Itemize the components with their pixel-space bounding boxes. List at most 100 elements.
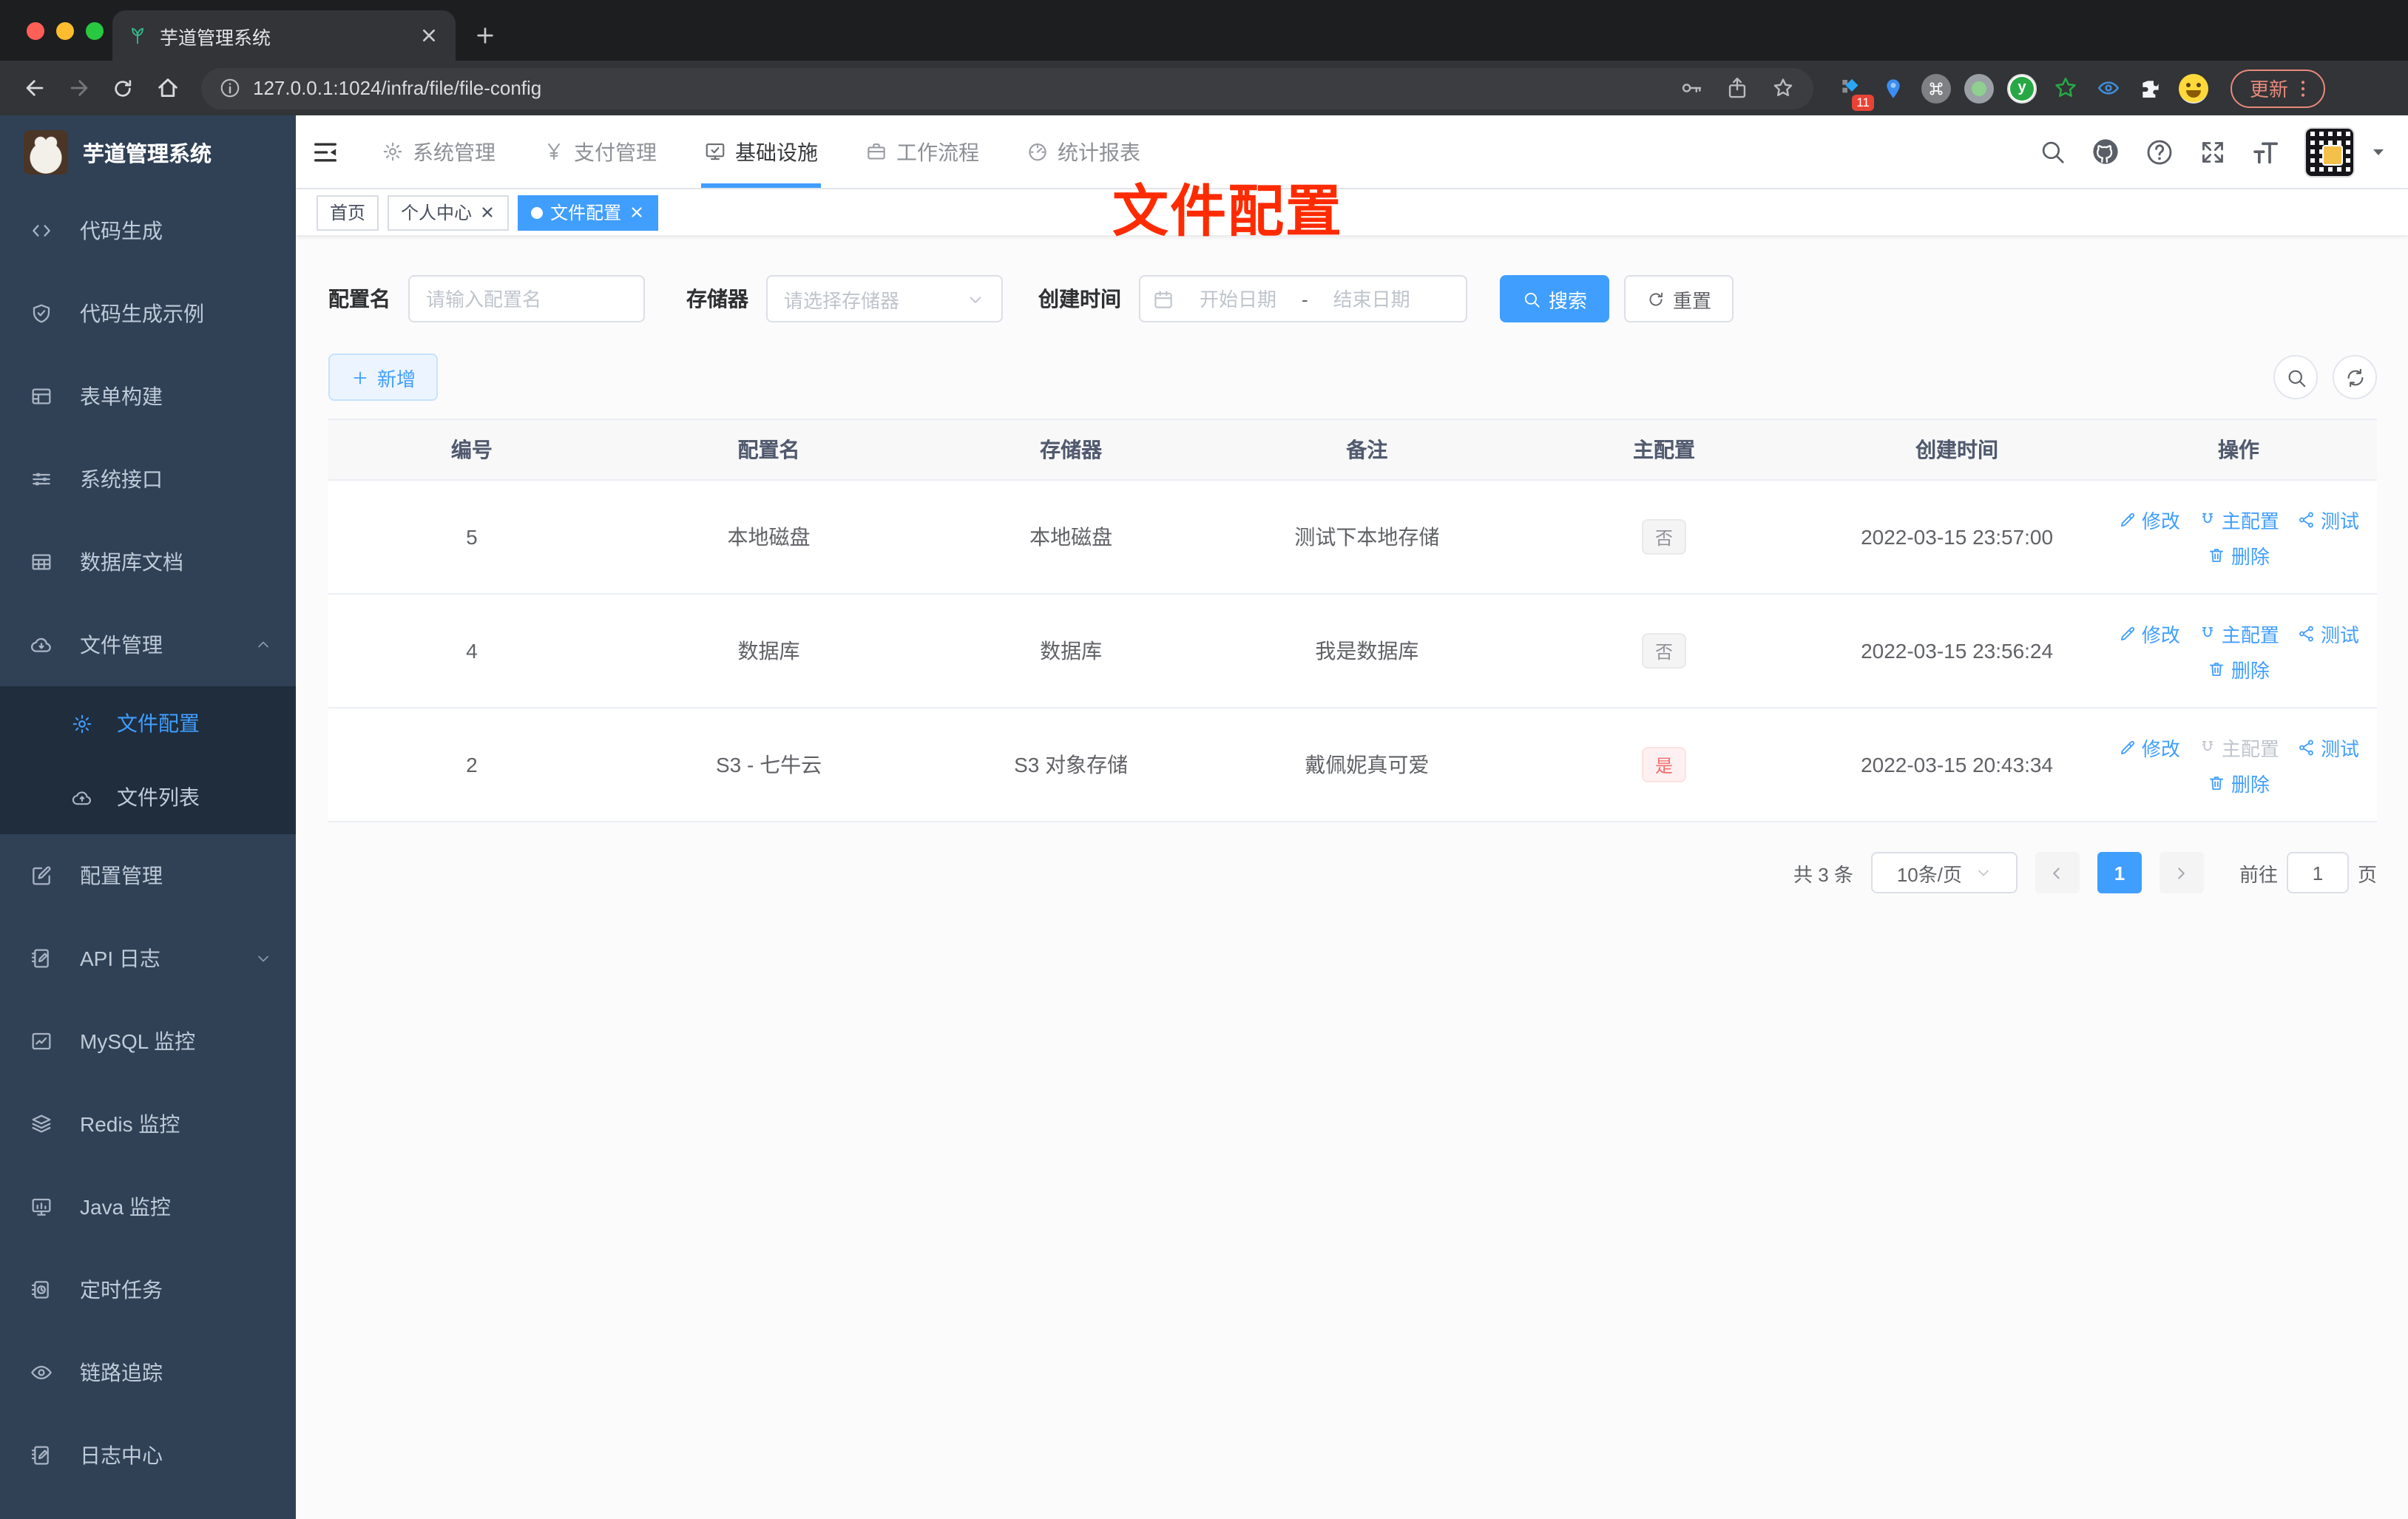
help-icon[interactable] xyxy=(2145,137,2174,166)
avatar-caret-icon[interactable] xyxy=(2370,143,2387,160)
y-extension[interactable]: y xyxy=(2006,72,2038,104)
avatar[interactable] xyxy=(2304,126,2355,177)
font-size-icon[interactable] xyxy=(2251,137,2281,166)
date-range-picker[interactable]: - xyxy=(1139,275,1467,322)
github-icon[interactable] xyxy=(2090,136,2121,167)
top-nav-支付管理[interactable]: 支付管理 xyxy=(525,115,674,188)
reload-button[interactable] xyxy=(104,69,142,107)
goto-page-input[interactable] xyxy=(2286,852,2349,893)
end-date-input[interactable] xyxy=(1316,288,1427,310)
config-name-input[interactable] xyxy=(408,275,645,322)
show-search-button[interactable] xyxy=(2273,355,2318,399)
cell: 修改 主配置 测试 删除 xyxy=(2100,619,2377,683)
tag-首页[interactable]: 首页 xyxy=(317,194,379,230)
sidebar-item-API 日志[interactable]: API 日志 xyxy=(0,917,296,1000)
reset-button[interactable]: 重置 xyxy=(1624,275,1734,322)
search-icon[interactable] xyxy=(2038,138,2066,166)
dot-extension[interactable] xyxy=(1963,72,1995,104)
noteEdit-icon xyxy=(30,1444,53,1467)
edit-action[interactable]: 修改 xyxy=(2118,505,2180,533)
sidebar-item-链路追踪[interactable]: 链路追踪 xyxy=(0,1331,296,1414)
star-extension[interactable] xyxy=(2049,72,2081,104)
forward-button[interactable] xyxy=(59,69,98,107)
tab-close-icon[interactable] xyxy=(417,24,441,47)
new-tab-button[interactable] xyxy=(464,15,506,56)
action-label: 删除 xyxy=(2231,773,2270,795)
delete-action[interactable]: 删除 xyxy=(2208,654,2270,683)
back-button[interactable] xyxy=(15,69,53,107)
browser-tab[interactable]: 芋道管理系统 xyxy=(112,10,456,61)
delete-action[interactable]: 删除 xyxy=(2208,768,2270,796)
sidebar-item-表单构建[interactable]: 表单构建 xyxy=(0,355,296,438)
home-button[interactable] xyxy=(148,69,186,107)
prev-page-button[interactable] xyxy=(2035,852,2080,893)
share-icon[interactable] xyxy=(1725,75,1750,101)
sidebar-item-Redis 监控[interactable]: Redis 监控 xyxy=(0,1083,296,1166)
tag-close-icon[interactable] xyxy=(479,204,496,220)
master-action[interactable]: 主配置 xyxy=(2198,505,2279,533)
url-bar[interactable]: 127.0.0.1:1024/infra/file/file-config xyxy=(201,67,1813,109)
top-nav-基础设施[interactable]: 基础设施 xyxy=(686,115,836,188)
emoji-extension[interactable] xyxy=(2177,72,2210,104)
bookmark-star-icon[interactable] xyxy=(1771,75,1796,101)
delete-action[interactable]: 删除 xyxy=(2208,541,2270,569)
master-action[interactable]: 主配置 xyxy=(2198,619,2279,647)
puzzle-extension[interactable] xyxy=(2134,72,2167,104)
tag-close-icon[interactable] xyxy=(629,204,645,220)
sidebar-item-系统接口[interactable]: 系统接口 xyxy=(0,438,296,521)
sidebar-item-Java 监控[interactable]: Java 监控 xyxy=(0,1166,296,1248)
sidebar-item-代码生成[interactable]: 代码生成 xyxy=(0,189,296,272)
top-nav-系统管理[interactable]: 系统管理 xyxy=(364,115,513,188)
test-action[interactable]: 测试 xyxy=(2297,619,2359,647)
window-close-button[interactable] xyxy=(27,22,44,40)
diamond-extension[interactable]: 11 xyxy=(1834,72,1874,110)
top-nav-工作流程[interactable]: 工作流程 xyxy=(848,115,997,188)
window-minimize-button[interactable] xyxy=(56,22,74,40)
top-nav-统计报表[interactable]: 统计报表 xyxy=(1009,115,1158,188)
next-page-button[interactable] xyxy=(2159,852,2204,893)
search-button[interactable]: 搜索 xyxy=(1500,275,1610,322)
test-action[interactable]: 测试 xyxy=(2297,733,2359,761)
refresh-table-button[interactable] xyxy=(2333,355,2377,399)
sidebar-item-定时任务[interactable]: 定时任务 xyxy=(0,1248,296,1331)
tag-个人中心[interactable]: 个人中心 xyxy=(388,194,510,230)
cell: 2 xyxy=(466,753,478,777)
sidebar-item-MySQL 监控[interactable]: MySQL 监控 xyxy=(0,1000,296,1083)
add-button[interactable]: 新增 xyxy=(328,353,439,401)
sidebar-item-label: 配置管理 xyxy=(80,864,163,887)
sidebar-item-数据库文档[interactable]: 数据库文档 xyxy=(0,521,296,603)
pin-extension[interactable] xyxy=(1877,72,1910,104)
window-zoom-button[interactable] xyxy=(86,22,104,40)
command-extension[interactable] xyxy=(1920,72,1952,104)
row-actions-line1: 修改 主配置 测试 xyxy=(2118,619,2359,647)
password-key-icon[interactable] xyxy=(1679,75,1704,101)
update-button[interactable]: 更新 xyxy=(2231,69,2326,107)
main-area: 系统管理 支付管理 基础设施 工作流程 统计报表 首页 个人中心 文件配置 文件配置 配置名 xyxy=(296,115,2408,1519)
sidebar-item-代码生成示例[interactable]: 代码生成示例 xyxy=(0,272,296,355)
sidebar-subitem-文件配置[interactable]: 文件配置 xyxy=(0,686,296,760)
sidebar-subitem-文件列表[interactable]: 文件列表 xyxy=(0,760,296,834)
browser-menu-icon[interactable] xyxy=(2291,76,2315,100)
tab-strip: 芋道管理系统 xyxy=(0,0,2408,61)
sidebar-item-配置管理[interactable]: 配置管理 xyxy=(0,834,296,917)
monitor-icon xyxy=(30,1195,53,1219)
fullscreen-icon[interactable] xyxy=(2198,137,2228,166)
edit-action[interactable]: 修改 xyxy=(2118,733,2180,761)
test-action[interactable]: 测试 xyxy=(2297,505,2359,533)
cell: 我是数据库 xyxy=(1315,639,1419,663)
trash-icon xyxy=(2208,773,2227,792)
sidebar-fold-icon[interactable] xyxy=(311,137,340,166)
storage-select[interactable]: 请选择存储器 xyxy=(766,275,1003,322)
sidebar-item-日志中心[interactable]: 日志中心 xyxy=(0,1414,296,1497)
cell: 是 xyxy=(1515,747,1813,782)
edit-action[interactable]: 修改 xyxy=(2118,619,2180,647)
page-number-button[interactable]: 1 xyxy=(2097,852,2142,893)
tag-文件配置[interactable]: 文件配置 xyxy=(518,194,659,230)
start-date-input[interactable] xyxy=(1183,288,1293,310)
eye-extension[interactable] xyxy=(2091,72,2124,104)
table-header-备注: 备注 xyxy=(1346,438,1388,461)
site-info-icon[interactable] xyxy=(219,77,241,99)
page-size-select[interactable]: 10条/页 xyxy=(1870,852,2018,893)
sidebar-item-文件管理[interactable]: 文件管理 xyxy=(0,603,296,686)
logo-row[interactable]: 芋道管理系统 xyxy=(0,115,296,189)
